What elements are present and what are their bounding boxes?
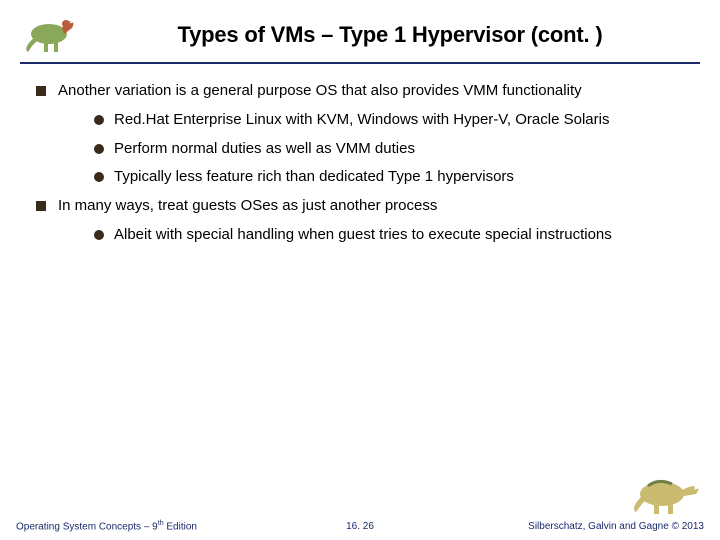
bullet-text: Another variation is a general purpose O… [58,82,582,99]
bullet-text: In many ways, treat guests OSes as just … [58,197,437,214]
bullet-level1: In many ways, treat guests OSes as just … [30,197,690,245]
footer-book-prefix: Operating System Concepts – 9 [16,521,158,532]
bullet-level2: Albeit with special handling when guest … [58,226,690,245]
footer-year: 2013 [682,521,704,532]
bullet-text: Typically less feature rich than dedicat… [114,168,514,185]
bullet-level1: Another variation is a general purpose O… [30,82,690,187]
slide-content: Another variation is a general purpose O… [0,64,720,245]
dinosaur-left-icon [14,6,84,56]
footer-right: Silberschatz, Galvin and Gagne © 2013 [475,521,704,532]
bullet-text: Albeit with special handling when guest … [114,226,612,243]
copyright-symbol: © [672,521,679,532]
bullet-text: Red.Hat Enterprise Linux with KVM, Windo… [114,111,609,128]
bullet-level2: Perform normal duties as well as VMM dut… [58,140,690,159]
footer-left: Operating System Concepts – 9th Edition [16,520,245,532]
footer-book-suffix: Edition [164,521,197,532]
bullet-text: Perform normal duties as well as VMM dut… [114,140,415,157]
slide-header: Types of VMs – Type 1 Hypervisor (cont. … [0,0,720,58]
footer-page-number: 16. 26 [245,521,474,532]
bullet-level2: Red.Hat Enterprise Linux with KVM, Windo… [58,111,690,130]
slide-footer: Operating System Concepts – 9th Edition … [0,520,720,532]
bullet-level2: Typically less feature rich than dedicat… [58,168,690,187]
footer-authors: Silberschatz, Galvin and Gagne [528,521,671,532]
slide-title: Types of VMs – Type 1 Hypervisor (cont. … [20,22,700,48]
dinosaur-right-icon [628,464,706,516]
